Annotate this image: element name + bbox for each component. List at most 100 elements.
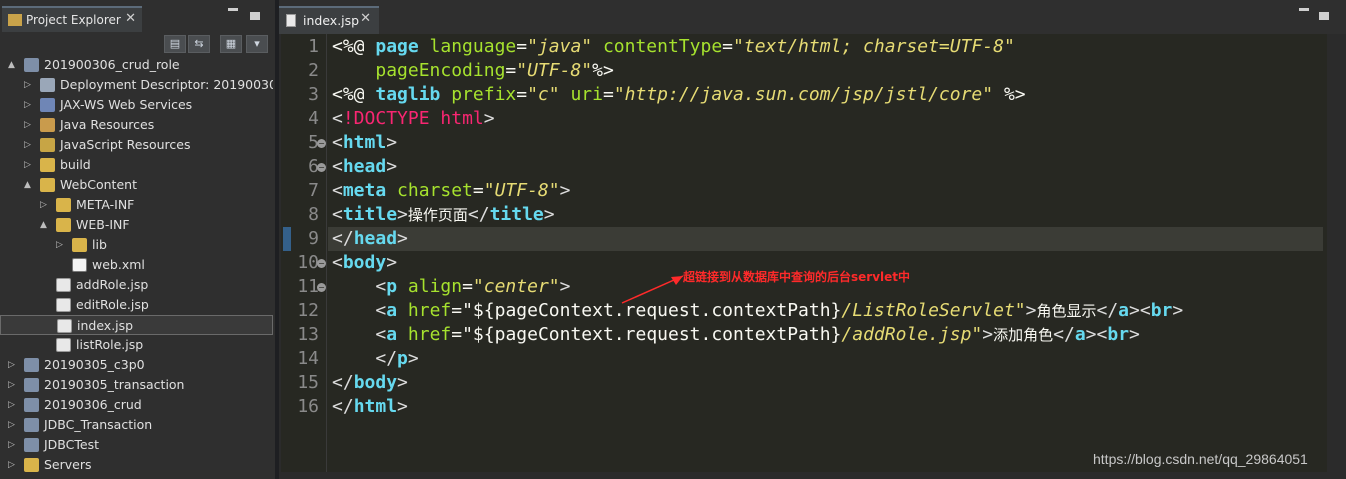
maximize-icon[interactable] [250, 12, 260, 20]
code-line[interactable]: <meta charset="UTF-8"> [332, 179, 570, 203]
collapsed-arrow-icon[interactable]: ▷ [24, 95, 34, 115]
tree-item[interactable]: ▲ 201900306_crud_role [0, 55, 273, 75]
tree-item-label: editRole.jsp [76, 297, 149, 312]
project-explorer-tab[interactable]: Project Explorer ✕ [2, 6, 142, 32]
code-line[interactable]: <a href="${pageContext.request.contextPa… [332, 323, 1140, 347]
tree-item[interactable]: ▲ WebContent [0, 175, 273, 195]
expanded-arrow-icon[interactable]: ▲ [8, 55, 18, 75]
code-token: = [602, 84, 614, 105]
code-line[interactable]: </body> [332, 371, 408, 395]
code-line[interactable]: <!DOCTYPE html> [332, 107, 495, 131]
collapsed-arrow-icon[interactable]: ▷ [8, 415, 18, 435]
js-icon [40, 138, 55, 152]
minimize-icon[interactable] [228, 8, 238, 11]
code-line[interactable]: <%@ page language="java" contentType="te… [332, 35, 1015, 59]
code-line[interactable]: <html> [332, 131, 397, 155]
link-with-editor-icon[interactable]: ⇆ [188, 35, 210, 53]
proj-icon [24, 398, 39, 412]
tree-item[interactable]: editRole.jsp [0, 295, 273, 315]
collapsed-arrow-icon[interactable]: ▷ [8, 455, 18, 475]
code-token: charset [397, 180, 473, 201]
code-line[interactable]: </html> [332, 395, 408, 419]
maximize-icon[interactable] [1319, 12, 1329, 20]
tree-item[interactable]: ▷ build [0, 155, 273, 175]
tree-item[interactable]: ▷ 20190305_transaction [0, 375, 273, 395]
code-line[interactable]: <head> [332, 155, 397, 179]
tree-item[interactable]: ▷ Java Resources [0, 115, 273, 135]
code-area[interactable]: 1 2 3 4 5−6−7 8 9 10−11−12 13 14 15 16 <%@ page lan… [281, 34, 1343, 472]
collapsed-arrow-icon[interactable]: ▷ [24, 75, 34, 95]
close-icon[interactable]: ✕ [360, 11, 371, 26]
tree-item[interactable]: ▷ JavaScript Resources [0, 135, 273, 155]
tree-item[interactable]: ▷ JAX-WS Web Services [0, 95, 273, 115]
current-line-highlight [328, 227, 1323, 251]
line-number: 16 [297, 396, 319, 417]
code-token: href [407, 324, 452, 345]
code-token: = [451, 324, 463, 345]
folder-icon [40, 158, 55, 172]
project-explorer-icon [8, 14, 22, 26]
collapsed-arrow-icon[interactable]: ▷ [8, 355, 18, 375]
code-token: > [397, 228, 408, 249]
line-number: 4 [308, 108, 319, 129]
collapse-all-icon[interactable]: ▤ [164, 35, 186, 53]
code-token: "UTF-8" [516, 60, 593, 81]
code-token: p [397, 348, 408, 369]
code-token: pageEncoding [375, 60, 506, 81]
tree-item[interactable]: ▷ 20190305_c3p0 [0, 355, 273, 375]
collapsed-arrow-icon[interactable]: ▷ [24, 155, 34, 175]
collapsed-arrow-icon[interactable]: ▷ [56, 235, 66, 255]
code-token: a [1118, 300, 1130, 321]
fold-icon[interactable]: − [317, 163, 326, 172]
line-number: 3 [308, 84, 319, 105]
code-token: "${pageContext.request.contextPath} [462, 300, 842, 321]
vertical-scrollbar[interactable] [1327, 34, 1343, 472]
tree-item-label: Servers [44, 457, 92, 472]
minimize-icon[interactable] [1299, 8, 1309, 11]
code-line[interactable]: </p> [332, 347, 418, 371]
tree-item-label: JDBC_Transaction [44, 417, 153, 432]
tree-item[interactable]: ▷ Deployment Descriptor: 201900306_c [0, 75, 273, 95]
tree-item[interactable]: index.jsp [0, 315, 273, 335]
tree-item[interactable]: ▷ lib [0, 235, 273, 255]
expanded-arrow-icon[interactable]: ▲ [24, 175, 34, 195]
collapsed-arrow-icon[interactable]: ▷ [24, 135, 34, 155]
tree-item[interactable]: ▷ JDBC_Transaction [0, 415, 273, 435]
tree-item[interactable]: ▷ META-INF [0, 195, 273, 215]
code-line[interactable]: pageEncoding="UTF-8"%> [332, 59, 613, 83]
code-token: > [559, 180, 571, 201]
tree-item[interactable]: listRole.jsp [0, 335, 273, 355]
expanded-arrow-icon[interactable]: ▲ [40, 215, 50, 235]
fold-icon[interactable]: − [317, 259, 326, 268]
code-token: = [505, 60, 517, 81]
code-line[interactable]: </head> [332, 227, 408, 251]
tree-item[interactable]: ▷ JDBCTest [0, 435, 273, 455]
view-menu-icon[interactable]: ▾ [246, 35, 268, 53]
close-icon[interactable]: ✕ [125, 11, 136, 26]
collapsed-arrow-icon[interactable]: ▷ [40, 195, 50, 215]
code-line[interactable]: <%@ taglib prefix="c" uri="http://java.s… [332, 83, 1026, 107]
tree-item-label: WebContent [60, 177, 137, 192]
editor-tab-index-jsp[interactable]: index.jsp ✕ [279, 6, 379, 34]
code-token: 角色显示 [1036, 302, 1097, 320]
code-line[interactable]: <title>操作页面</title> [332, 203, 555, 227]
fold-icon[interactable]: − [317, 139, 326, 148]
code-token: </ [375, 348, 398, 369]
code-token: > [559, 276, 571, 297]
filter-icon[interactable]: ▦ [220, 35, 242, 53]
code-line[interactable]: <a href="${pageContext.request.contextPa… [332, 299, 1183, 323]
fold-icon[interactable]: − [317, 283, 326, 292]
collapsed-arrow-icon[interactable]: ▷ [8, 375, 18, 395]
tree-item[interactable]: addRole.jsp [0, 275, 273, 295]
tree-item[interactable]: ▷ Servers [0, 455, 273, 475]
code-line[interactable]: <p align="center"> [332, 275, 570, 299]
tree-item[interactable]: web.xml [0, 255, 273, 275]
code-line[interactable]: <body> [332, 251, 397, 275]
code-token: html [342, 132, 387, 153]
tree-item[interactable]: ▷ 20190306_crud [0, 395, 273, 415]
tree-item[interactable]: ▲ WEB-INF [0, 215, 273, 235]
collapsed-arrow-icon[interactable]: ▷ [24, 115, 34, 135]
collapsed-arrow-icon[interactable]: ▷ [8, 435, 18, 455]
collapsed-arrow-icon[interactable]: ▷ [8, 395, 18, 415]
